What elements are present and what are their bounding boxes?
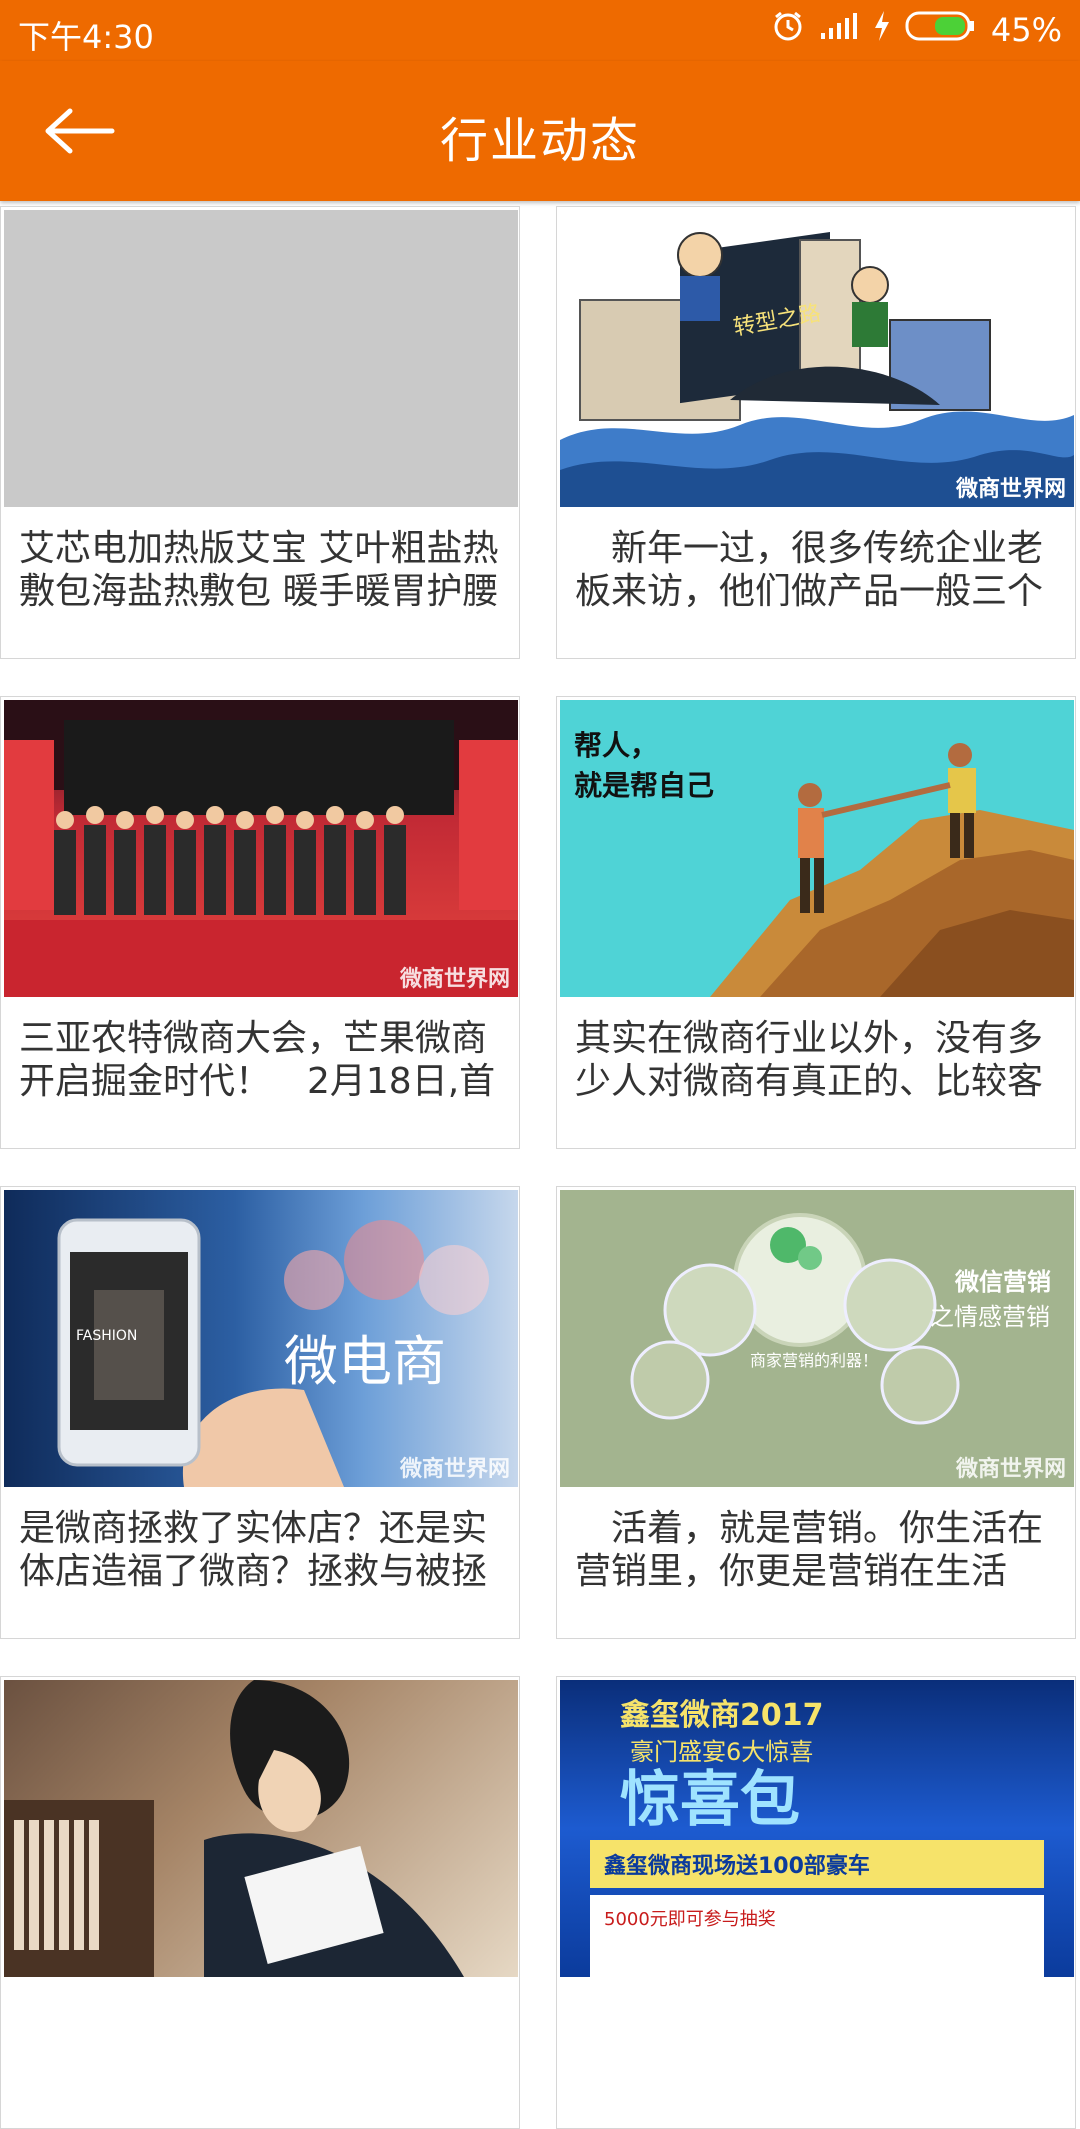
status-time: 下午4:30 [18, 18, 154, 56]
image-caption: 惊喜包 [620, 1765, 800, 1835]
svg-text:豪门盛宴6大惊喜: 豪门盛宴6大惊喜 [630, 1738, 813, 1766]
svg-text:鑫玺微商现场送100部豪车: 鑫玺微商现场送100部豪车 [604, 1853, 870, 1879]
watermark: 微商世界网 [955, 477, 1066, 502]
article-thumbnail-placeholder [4, 210, 518, 507]
watermark: 微商世界网 [955, 1457, 1066, 1482]
page-title: 行业动态 [439, 113, 640, 169]
article-title: 是微商拯救了实体店？还是实体店造福了微商？拯救与被拯 [19, 1508, 488, 1592]
article-thumbnail: 转型之路 微商世界网 [560, 210, 1074, 507]
article-thumbnail: 鑫玺微商2017 豪门盛宴6大惊喜 惊喜包 鑫玺微商现场送100部豪车 5000… [560, 1680, 1074, 1977]
status-bar: 下午4:30 45% [0, 0, 1080, 61]
article-card[interactable]: 商家营销的利器！ 微信营销 之情感营销 微商世界网 活着，就是营销。你生活在营销… [556, 1186, 1076, 1639]
article-card[interactable]: 艾芯电加热版艾宝 艾叶粗盐热敷包海盐热敷包 暖手暖胃护腰 [0, 206, 520, 659]
article-title: 三亚农特微商大会，芒果微商开启掘金时代！ 2月18日,首 [19, 1018, 496, 1102]
article-card[interactable]: FASHION 微电商 微商世界网 是微商拯救了实体店？还是实体店造福了微商？拯… [0, 1186, 520, 1639]
image-caption: 微电商 [284, 1330, 446, 1393]
article-title: 新年一过，很多传统企业老板来访，他们做产品一般三个 [575, 528, 1044, 612]
article-title: 活着，就是营销。你生活在营销里，你更是营销在生活 [575, 1508, 1044, 1592]
watermark: 微商世界网 [399, 967, 510, 992]
svg-text:FASHION: FASHION [76, 1328, 137, 1344]
article-title [575, 1997, 1057, 2083]
image-caption-line2: 之情感营销 [930, 1303, 1050, 1331]
battery-percent: 45% [990, 11, 1062, 49]
image-caption-line1: 微信营销 [954, 1268, 1051, 1296]
charging-icon [873, 10, 891, 50]
article-card[interactable]: 转型之路 微商世界网 新年一过，很多传统企业老板来访，他们做产品一般三个 [556, 206, 1076, 659]
article-card[interactable]: 帮人， 就是帮自己 其实在微商行业以外，没有多少人对微商有真正的、比较客 [556, 696, 1076, 1149]
article-card[interactable]: 微商世界网 三亚农特微商大会，芒果微商开启掘金时代！ 2月18日,首 [0, 696, 520, 1149]
status-icons: 45% [771, 8, 1062, 52]
article-thumbnail: 商家营销的利器！ 微信营销 之情感营销 微商世界网 [560, 1190, 1074, 1487]
svg-text:商家营销的利器！: 商家营销的利器！ [750, 1351, 878, 1370]
image-caption-line2: 就是帮自己 [574, 769, 714, 802]
article-thumbnail: 帮人， 就是帮自己 [560, 700, 1074, 997]
article-title [19, 1997, 501, 2083]
signal-icon [819, 11, 859, 49]
battery-icon [905, 10, 977, 50]
article-title: 艾芯电加热版艾宝 艾叶粗盐热敷包海盐热敷包 暖手暖胃护腰 [19, 528, 499, 612]
article-card[interactable]: 鑫玺微商2017 豪门盛宴6大惊喜 惊喜包 鑫玺微商现场送100部豪车 5000… [556, 1676, 1076, 2129]
alarm-icon [771, 9, 805, 51]
article-thumbnail: FASHION 微电商 微商世界网 [4, 1190, 518, 1487]
article-card[interactable] [0, 1676, 520, 2129]
article-thumbnail [4, 1680, 518, 1977]
svg-text:鑫玺微商2017: 鑫玺微商2017 [620, 1698, 824, 1733]
article-thumbnail: 微商世界网 [4, 700, 518, 997]
watermark: 微商世界网 [399, 1457, 510, 1482]
image-caption-line1: 帮人， [574, 729, 658, 762]
app-bar: 行业动态 [0, 61, 1080, 201]
article-title: 其实在微商行业以外，没有多少人对微商有真正的、比较客 [575, 1018, 1044, 1102]
